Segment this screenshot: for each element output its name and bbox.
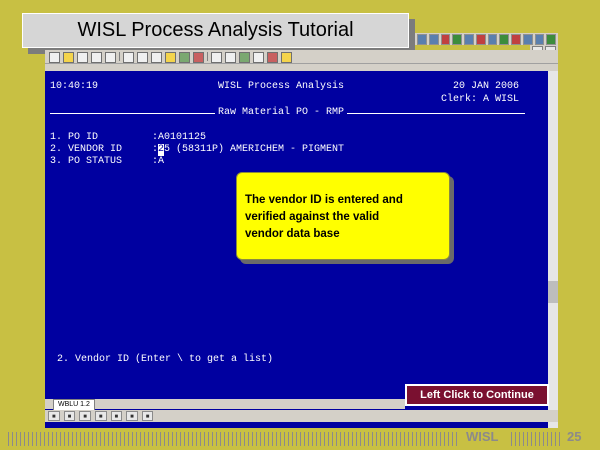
save-icon[interactable]	[77, 52, 88, 63]
keyboard-icon[interactable]	[239, 52, 250, 63]
toolbar-icon[interactable]	[452, 34, 462, 45]
taskbar-item[interactable]: ■	[48, 411, 60, 421]
callout-line: verified against the valid	[245, 211, 380, 223]
font-icon[interactable]	[225, 52, 236, 63]
taskbar-item[interactable]: ■	[110, 411, 123, 421]
section-title: Raw Material PO - RMP	[218, 107, 345, 118]
connect-icon[interactable]	[179, 52, 190, 63]
paste-icon[interactable]	[151, 52, 162, 63]
toolbar-icon[interactable]	[464, 34, 474, 45]
slide-title: WISL Process Analysis Tutorial	[22, 13, 409, 48]
footer-bars-left	[8, 432, 460, 446]
toolbar-icon[interactable]	[417, 34, 427, 45]
callout-line: The vendor ID is entered and	[245, 194, 403, 206]
help-icon[interactable]	[281, 52, 292, 63]
terminal-date: 20 JAN 2006	[453, 81, 520, 92]
macro-icon[interactable]	[253, 52, 264, 63]
field-label: 3. PO STATUS	[50, 156, 123, 167]
app-toolbar	[45, 50, 558, 64]
vendor-id-value[interactable]: 5 (58311P) AMERICHEM - PIGMENT	[164, 144, 344, 156]
new-icon[interactable]	[49, 52, 60, 63]
window-tab-strip: WBLU 1.2	[45, 399, 405, 411]
toolbar-icon[interactable]	[475, 34, 486, 45]
toolbar-icon[interactable]	[511, 34, 521, 45]
taskbar-item[interactable]: ■	[94, 411, 107, 421]
slide-footer: WISL 25	[0, 426, 600, 450]
po-id-value[interactable]: A0101125	[158, 132, 206, 144]
taskbar-item[interactable]: ■	[126, 411, 138, 421]
cut-icon[interactable]	[123, 52, 134, 63]
header-rule-left	[50, 113, 215, 114]
open-folder-icon[interactable]	[63, 52, 74, 63]
terminal-app-title: WISL Process Analysis	[218, 81, 345, 92]
preview-icon[interactable]	[105, 52, 116, 63]
vertical-scrollbar[interactable]	[548, 71, 558, 428]
taskbar-item[interactable]: ■	[141, 411, 154, 421]
folder-icon[interactable]	[165, 52, 176, 63]
toolbar-icon[interactable]	[440, 34, 451, 45]
toolbar-divider	[119, 52, 120, 61]
toolbar-divider	[207, 52, 208, 61]
scrollbar-thumb[interactable]	[548, 281, 558, 303]
terminal-clerk: Clerk: A WISL	[441, 94, 520, 105]
terminal-time: 10:40:19	[50, 81, 99, 92]
field-label: 1. PO ID	[50, 132, 99, 143]
header-rule-right	[347, 113, 525, 114]
toolbar-icon[interactable]	[522, 34, 533, 45]
taskbar-item[interactable]: ■	[79, 411, 91, 421]
taskbar: ■ ■ ■ ■ ■ ■ ■	[45, 410, 558, 422]
settings-icon[interactable]	[211, 52, 222, 63]
footer-bars-right	[511, 432, 561, 446]
copy-icon[interactable]	[137, 52, 148, 63]
taskbar-item[interactable]: ■	[63, 411, 76, 421]
field-prompt: 2. Vendor ID (Enter \ to get a list)	[57, 354, 274, 365]
page-number: 25	[567, 429, 582, 444]
record-icon[interactable]	[267, 52, 278, 63]
po-status-value[interactable]: A	[158, 156, 164, 168]
field-label: 2. VENDOR ID	[50, 144, 123, 155]
toolbar-icon[interactable]	[487, 34, 498, 45]
tutorial-callout: The vendor ID is entered and verified ag…	[236, 172, 450, 260]
toolbar-icon[interactable]	[546, 34, 556, 45]
toolbar-icon[interactable]	[499, 34, 509, 45]
system-toolbar	[415, 33, 558, 45]
toolbar-icon[interactable]	[428, 34, 439, 45]
continue-button[interactable]: Left Click to Continue	[405, 384, 549, 406]
print-icon[interactable]	[91, 52, 102, 63]
disconnect-icon[interactable]	[193, 52, 204, 63]
callout-line: vendor data base	[245, 228, 340, 240]
footer-brand: WISL	[466, 429, 499, 444]
toolbar-icon[interactable]	[534, 34, 545, 45]
